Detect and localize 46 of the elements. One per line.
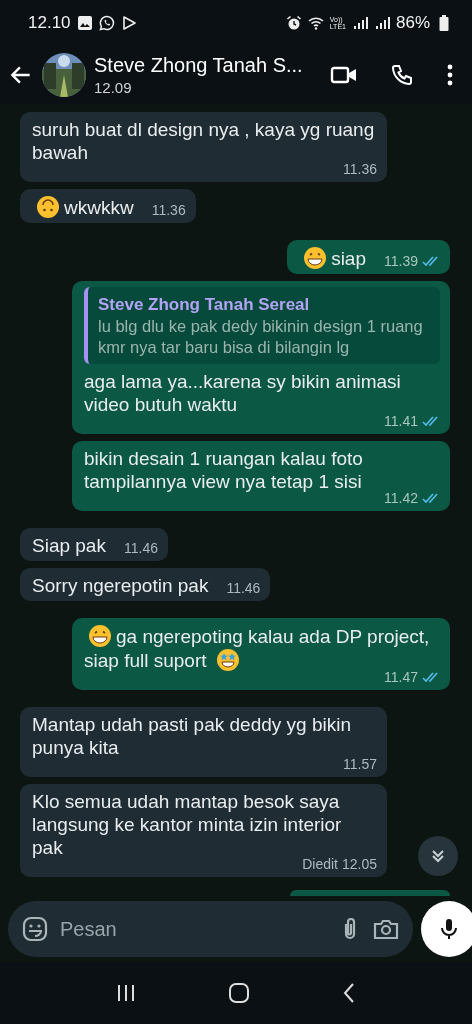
signal-icon: [373, 15, 390, 31]
received-message-bubble[interactable]: Klo semua udah mantap besok saya langsung ke kantor minta izin interior pak Diedit 12.05: [20, 784, 387, 877]
clock-time: 12.10: [28, 13, 71, 33]
composer-bar[interactable]: Pesan: [8, 901, 413, 957]
message-text: siap: [299, 246, 366, 270]
home-icon: [228, 982, 250, 1004]
quoted-author: Steve Zhong Tanah Sereal: [98, 294, 310, 316]
sent-message-bubble[interactable]: siap 11.39: [287, 240, 450, 274]
quoted-message[interactable]: Steve Zhong Tanah Sereal lu blg dlu ke pak dedy bikinin design 1 ruang kmr nya tar baru bisa di bilangin lg: [84, 287, 440, 364]
phone-icon: [390, 63, 414, 87]
sent-message-bubble[interactable]: Steve Zhong Tanah Sereal lu blg dlu ke pak dedy bikinin design 1 ruang kmr nya tar baru bisa di bilangin lg aga lama ya...karena sy bikin animasi video butuh waktu 11.41: [72, 281, 450, 434]
wifi-icon: [307, 15, 324, 31]
contact-name[interactable]: Steve Zhong Tanah S...: [94, 54, 306, 77]
message-time: 11.46: [226, 579, 261, 597]
quoted-text: lu blg dlu ke pak dedy bikinin design 1 ruang kmr nya tar baru bisa di bilangin lg: [98, 316, 424, 358]
message-text: Siap pak: [32, 534, 106, 557]
last-seen-time: 12.09: [94, 79, 132, 96]
message-time: 11.46: [123, 539, 158, 557]
scroll-down-button[interactable]: [418, 836, 458, 876]
received-message-bubble[interactable]: Mantap udah pasti pak deddy yg bikin punya kita 11.57: [20, 707, 387, 777]
chat-bubble-icon: [98, 15, 115, 31]
message-time: 11.36: [151, 201, 186, 219]
message-text: Klo semua udah mantap besok saya langsung ke kantor minta izin interior pak: [32, 790, 343, 858]
signal-icon: [351, 15, 368, 31]
play-icon: [120, 15, 137, 31]
message-text: Sorry ngerepotin pak: [32, 574, 209, 597]
received-message-bubble[interactable]: suruh buat dl design nya , kaya yg ruang bawah 11.36: [20, 112, 387, 182]
received-message-bubble[interactable]: Siap pak 11.46: [20, 528, 168, 561]
message-text: wkwkkw: [32, 195, 134, 219]
back-chevron-icon: [342, 982, 356, 1004]
sticker-icon[interactable]: [22, 916, 48, 942]
voice-record-button[interactable]: [421, 901, 472, 957]
battery-percentage: 86%: [395, 13, 430, 33]
received-message-bubble[interactable]: wkwkkw 11.36: [20, 189, 196, 223]
message-text: bikin desain 1 ruangan kalau foto tampilannya view nya tetap 1 sisi: [84, 447, 364, 493]
edited-label: Diedit: [302, 855, 338, 873]
alarm-icon: [285, 15, 302, 31]
image-icon: [76, 15, 93, 31]
sent-message-bubble[interactable]: bikin desain 1 ruangan kalau foto tampilannya view nya tetap 1 sisi 11.42: [72, 441, 450, 511]
more-icon: [447, 64, 453, 86]
message-time: 12.05: [341, 855, 377, 873]
message-time: 11.42: [384, 489, 418, 507]
message-time: 11.39: [384, 252, 418, 270]
recent-apps-icon: [116, 983, 136, 1003]
sent-message-bubble[interactable]: ga ngerepoting kalau ada DP project, siap full suport 11.47: [72, 618, 450, 690]
received-message-bubble[interactable]: Sorry ngerepotin pak 11.46: [20, 568, 271, 601]
